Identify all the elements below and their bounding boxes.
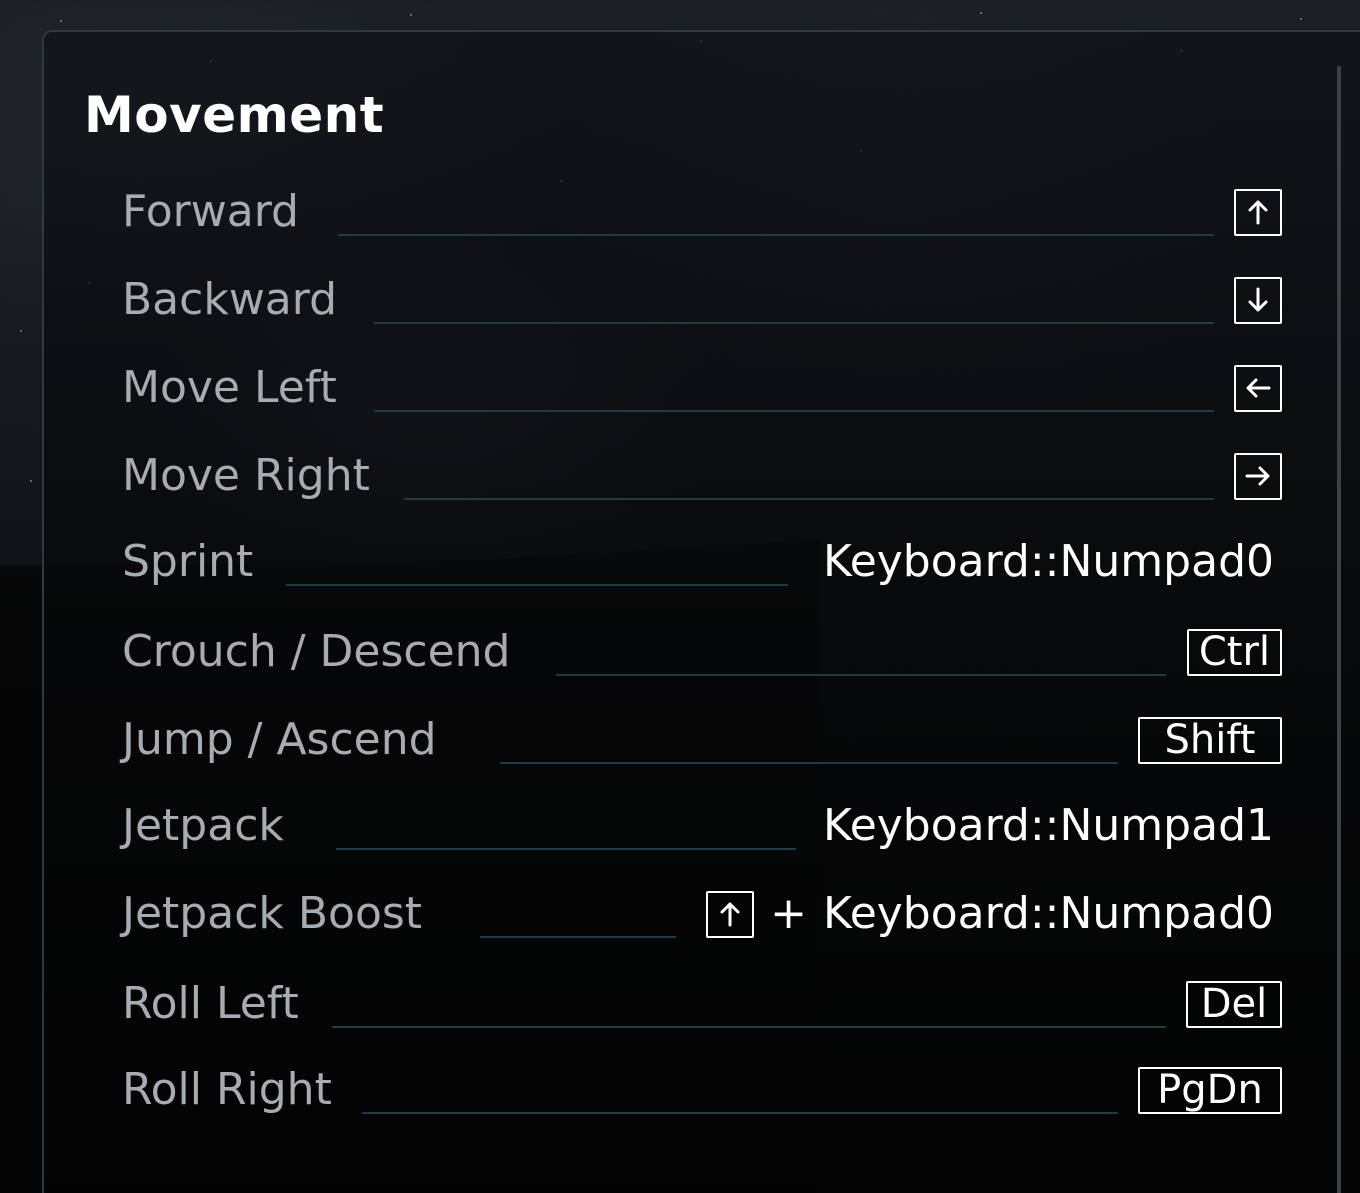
binding-value[interactable]: Ctrl xyxy=(1186,622,1282,682)
leader-line xyxy=(500,762,1118,764)
binding-value[interactable] xyxy=(1234,358,1282,418)
leader-line xyxy=(286,584,788,586)
binding-value[interactable]: PgDn xyxy=(1138,1060,1282,1120)
binding-row-sprint[interactable]: Sprint Keyboard::Numpad0 xyxy=(122,532,1282,620)
binding-value[interactable]: Shift xyxy=(1138,710,1282,770)
arrow-up-icon xyxy=(1234,188,1282,236)
arrow-left-icon xyxy=(1234,364,1282,412)
key-pgdn: PgDn xyxy=(1138,1066,1282,1114)
binding-label: Sprint xyxy=(122,536,254,587)
binding-row-move-left[interactable]: Move Left xyxy=(122,358,1282,446)
binding-row-move-right[interactable]: Move Right xyxy=(122,446,1282,534)
leader-line xyxy=(362,1112,1118,1114)
binding-text: Keyboard::Numpad0 xyxy=(823,888,1274,939)
binding-label: Backward xyxy=(122,274,338,325)
binding-value[interactable]: Keyboard::Numpad1 xyxy=(823,796,1274,856)
leader-line xyxy=(556,674,1166,676)
leader-line xyxy=(374,322,1214,324)
panel-scrollbar[interactable] xyxy=(1337,66,1341,1193)
binding-value[interactable] xyxy=(1234,446,1282,506)
binding-value[interactable] xyxy=(1234,270,1282,330)
binding-label: Jetpack Boost xyxy=(122,888,423,939)
combo-separator: + xyxy=(770,888,808,939)
leader-line xyxy=(374,410,1214,412)
key-shift: Shift xyxy=(1138,716,1282,764)
binding-label: Jetpack xyxy=(122,800,284,851)
leader-line xyxy=(480,936,676,938)
binding-row-jetpack-boost[interactable]: Jetpack Boost + Keyboard::Numpad0 xyxy=(122,884,1282,972)
binding-label: Roll Left xyxy=(122,978,299,1029)
binding-text: Keyboard::Numpad1 xyxy=(823,800,1274,851)
binding-row-jump-ascend[interactable]: Jump / Ascend Shift xyxy=(122,710,1282,798)
binding-label: Move Right xyxy=(122,450,370,501)
binding-value[interactable]: Keyboard::Numpad0 xyxy=(823,532,1274,592)
binding-value[interactable]: + Keyboard::Numpad0 xyxy=(706,884,1274,944)
binding-row-forward[interactable]: Forward xyxy=(122,182,1282,270)
arrow-up-icon xyxy=(706,890,755,938)
leader-line xyxy=(336,848,796,850)
binding-label: Roll Right xyxy=(122,1064,332,1115)
binding-row-roll-left[interactable]: Roll Left Del xyxy=(122,974,1282,1062)
binding-row-backward[interactable]: Backward xyxy=(122,270,1282,358)
binding-label: Move Left xyxy=(122,362,337,413)
binding-row-crouch-descend[interactable]: Crouch / Descend Ctrl xyxy=(122,622,1282,710)
binding-value[interactable] xyxy=(1234,182,1282,242)
section-title: Movement xyxy=(84,86,385,144)
leader-line xyxy=(338,234,1214,236)
key-del: Del xyxy=(1186,980,1282,1028)
arrow-down-icon xyxy=(1234,276,1282,324)
binding-value[interactable]: Del xyxy=(1186,974,1282,1034)
binding-label: Jump / Ascend xyxy=(122,714,437,765)
binding-row-jetpack[interactable]: Jetpack Keyboard::Numpad1 xyxy=(122,796,1282,884)
leader-line xyxy=(332,1026,1166,1028)
key-ctrl: Ctrl xyxy=(1186,628,1282,676)
binding-row-roll-right[interactable]: Roll Right PgDn xyxy=(122,1060,1282,1148)
binding-label: Crouch / Descend xyxy=(122,626,511,677)
binding-label: Forward xyxy=(122,186,299,237)
leader-line xyxy=(404,498,1214,500)
binding-text: Keyboard::Numpad0 xyxy=(823,536,1274,587)
arrow-right-icon xyxy=(1234,452,1282,500)
